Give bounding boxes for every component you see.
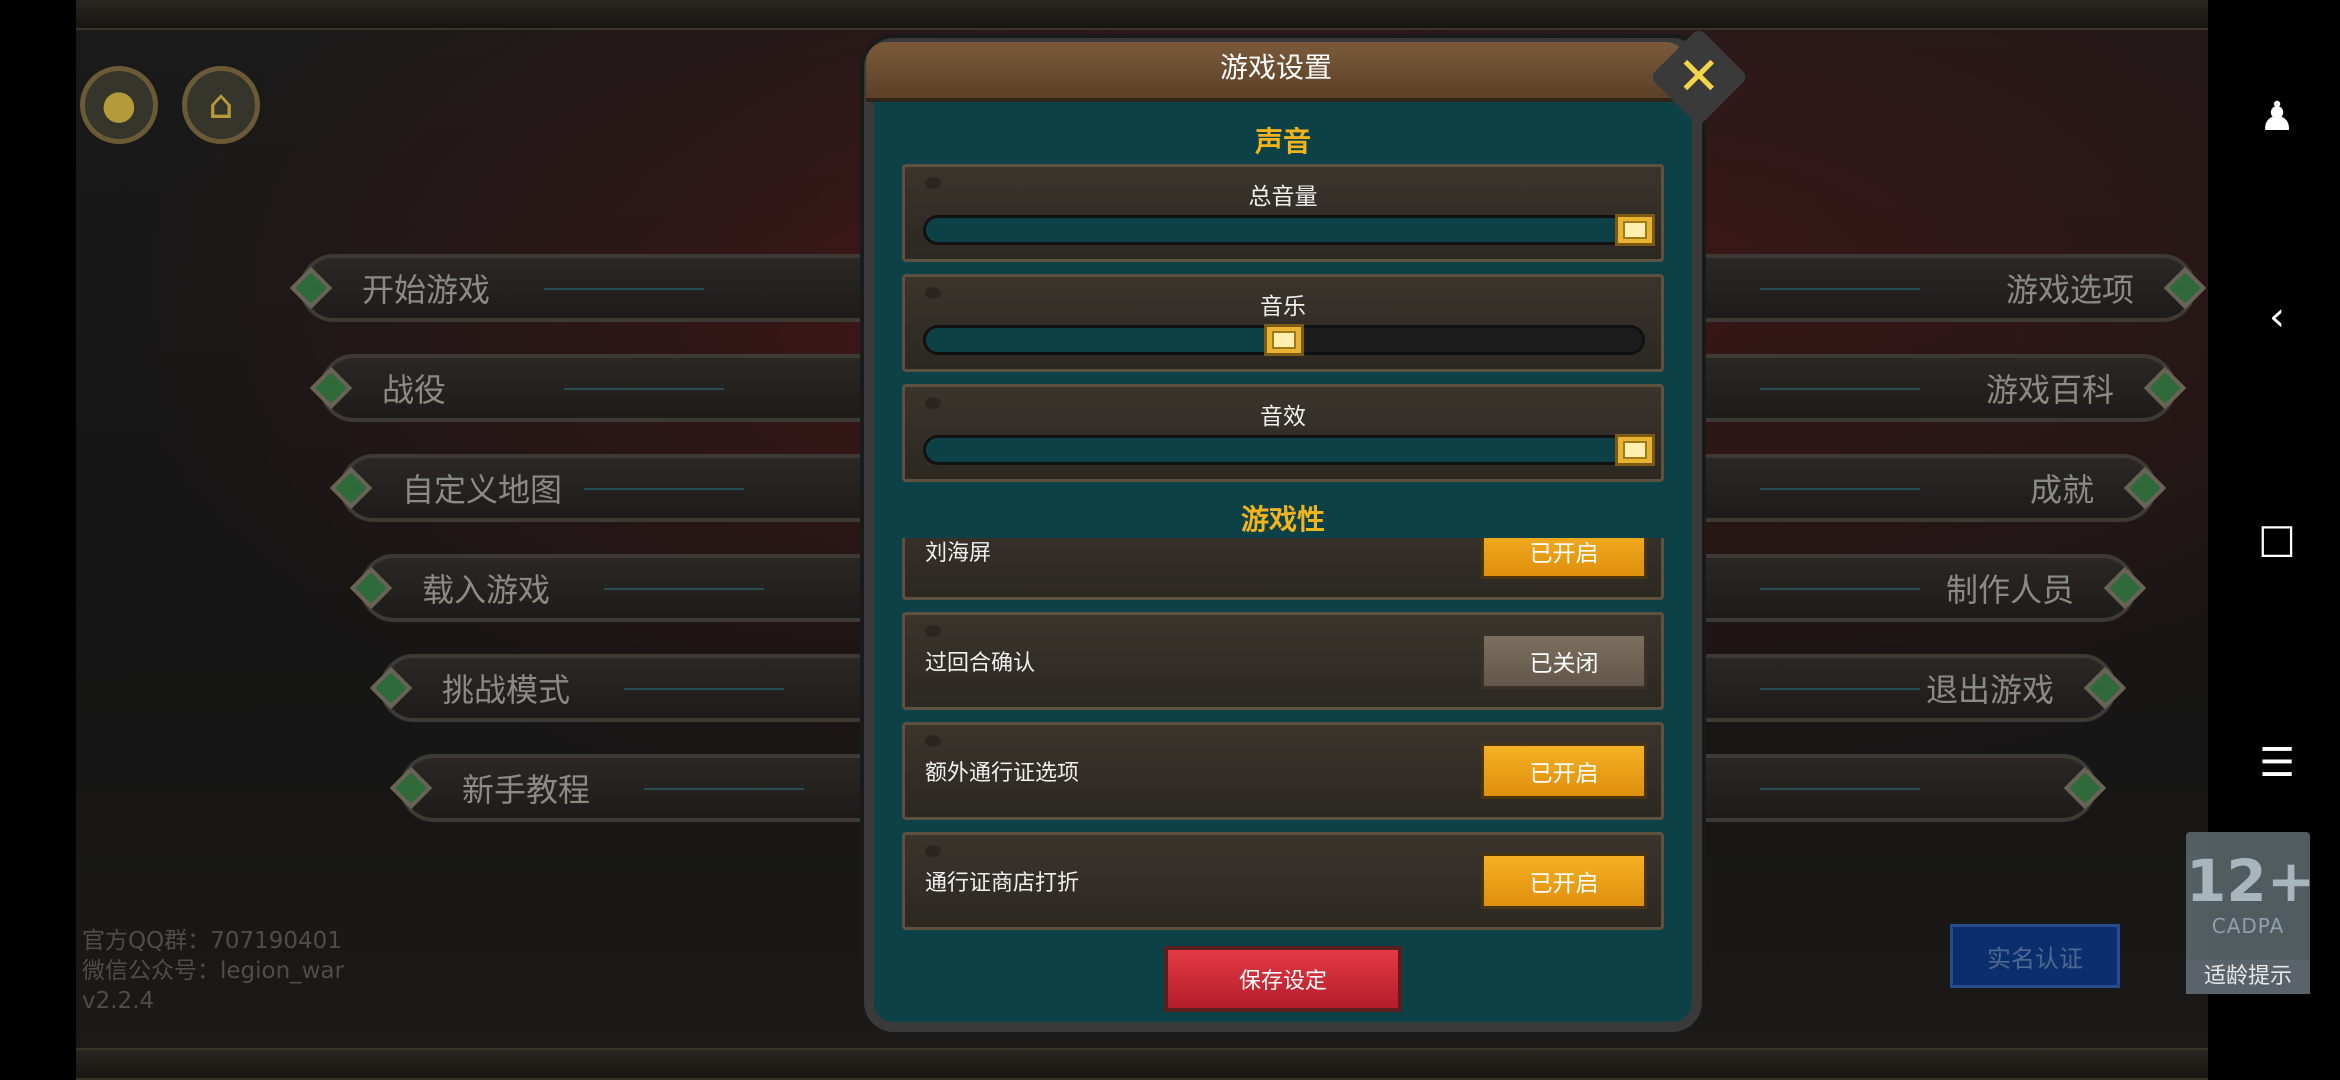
gem-icon bbox=[369, 666, 413, 710]
slider-panel-sfx: 音效 bbox=[902, 384, 1664, 482]
dialog-title: 游戏设置 bbox=[1219, 51, 1332, 84]
gem-icon bbox=[2123, 466, 2167, 510]
age-rating-org: CADPA bbox=[2211, 914, 2285, 938]
game-main-menu: ● ⌂ 开始游戏 战役 自定义地图 载入游戏 挑战模式 新手教程 游戏选项 游戏… bbox=[76, 0, 2208, 1080]
menu-line bbox=[1760, 288, 1920, 290]
turn-confirm-toggle[interactable]: 已关闭 bbox=[1481, 633, 1647, 689]
save-settings-button[interactable]: 保存设定 bbox=[1164, 946, 1402, 1012]
back-icon[interactable]: ‹ bbox=[2252, 292, 2302, 342]
master-volume-slider[interactable] bbox=[923, 215, 1645, 245]
option-row-extra-pass: 额外通行证选项 已开启 bbox=[902, 722, 1664, 820]
option-label: 额外通行证选项 bbox=[925, 761, 1080, 786]
menu-custom-map[interactable]: 自定义地图 bbox=[329, 454, 920, 522]
close-icon: ✕ bbox=[1677, 46, 1721, 107]
slider-panel-music: 音乐 bbox=[902, 274, 1664, 372]
option-row-turn-confirm: 过回合确认 已关闭 bbox=[902, 612, 1664, 710]
slider-fill bbox=[926, 438, 1642, 462]
gameplay-options-list[interactable]: 刘海屏 已开启 过回合确认 已关闭 额外通行证选项 已开启 通行证商店打折 已开… bbox=[874, 538, 1692, 974]
shop-icon: ⌂ bbox=[208, 82, 234, 128]
menu-label: 挑战模式 bbox=[442, 671, 571, 709]
menu-line bbox=[1760, 488, 1920, 490]
profile-button[interactable]: ● bbox=[80, 66, 158, 144]
menu-label: 战役 bbox=[382, 371, 447, 409]
menu-line bbox=[1760, 788, 1920, 790]
menu-line bbox=[584, 488, 744, 490]
dialog-header: 游戏设置 bbox=[866, 42, 1686, 102]
slider-handle[interactable] bbox=[1615, 434, 1655, 466]
gameplay-section-title: 游戏性 bbox=[1240, 503, 1325, 536]
option-label: 刘海屏 bbox=[925, 541, 992, 566]
gem-icon bbox=[2103, 566, 2147, 610]
slider-fill bbox=[926, 328, 1284, 352]
gem-icon bbox=[329, 466, 373, 510]
slider-handle[interactable] bbox=[1264, 324, 1304, 356]
recent-apps-icon[interactable]: □ bbox=[2252, 514, 2302, 564]
age-rating-tip: 适龄提示 bbox=[2186, 960, 2310, 994]
menu-game-options[interactable]: 游戏选项 bbox=[1616, 254, 2207, 322]
menu-line bbox=[624, 688, 784, 690]
option-row-notch: 刘海屏 已开启 bbox=[902, 538, 1664, 600]
settings-dialog: 游戏设置 ✕ 声音 总音量 音乐 音效 游戏性 刘海屏 已开启 过回合确认 已关… bbox=[864, 27, 1749, 1032]
gem-icon bbox=[2143, 366, 2187, 410]
menu-tutorial[interactable]: 新手教程 bbox=[389, 754, 920, 822]
panel-rivet bbox=[925, 625, 941, 637]
profile-icon: ● bbox=[101, 82, 137, 128]
menu-line bbox=[604, 588, 764, 590]
notch-toggle[interactable]: 已开启 bbox=[1481, 538, 1647, 579]
wechat-text: 微信公众号：legion_war bbox=[82, 958, 345, 984]
menu-label: 游戏选项 bbox=[2005, 271, 2134, 309]
menu-line bbox=[544, 288, 704, 290]
gem-icon bbox=[2083, 666, 2127, 710]
real-name-auth-button[interactable]: 实名认证 bbox=[1950, 924, 2120, 988]
panel-rivet bbox=[925, 735, 941, 747]
slider-panel-master: 总音量 bbox=[902, 164, 1664, 262]
version-text: v2.2.4 bbox=[82, 988, 155, 1014]
menu-line bbox=[1760, 388, 1920, 390]
accessibility-icon[interactable]: ♟ bbox=[2252, 92, 2302, 142]
menu-load-game[interactable]: 载入游戏 bbox=[349, 554, 920, 622]
gem-icon bbox=[289, 266, 333, 310]
sfx-volume-slider[interactable] bbox=[923, 435, 1645, 465]
gem-icon bbox=[309, 366, 353, 410]
menu-label: 制作人员 bbox=[1945, 571, 2074, 609]
slider-label: 音乐 bbox=[1260, 294, 1306, 320]
gem-icon bbox=[2063, 766, 2107, 810]
pass-shop-discount-toggle[interactable]: 已开启 bbox=[1481, 853, 1647, 909]
slider-label: 总音量 bbox=[1248, 184, 1318, 210]
menu-label: 载入游戏 bbox=[422, 571, 551, 609]
menu-label: 开始游戏 bbox=[362, 271, 491, 309]
top-frame-bar bbox=[76, 0, 2208, 30]
menu-line bbox=[1760, 688, 1920, 690]
sound-section-title: 声音 bbox=[1254, 125, 1311, 158]
slider-label: 音效 bbox=[1260, 404, 1306, 430]
option-label: 通行证商店打折 bbox=[925, 871, 1080, 896]
gem-icon bbox=[2163, 266, 2207, 310]
menu-label: 退出游戏 bbox=[1925, 671, 2054, 709]
slider-handle[interactable] bbox=[1615, 214, 1655, 246]
menu-line bbox=[564, 388, 724, 390]
extra-pass-toggle[interactable]: 已开启 bbox=[1481, 743, 1647, 799]
menu-line bbox=[644, 788, 804, 790]
age-rating-badge[interactable]: 12+ CADPA 适龄提示 bbox=[2186, 832, 2316, 994]
menu-campaign[interactable]: 战役 bbox=[309, 354, 920, 422]
menu-label: 新手教程 bbox=[462, 771, 591, 809]
slider-fill bbox=[926, 218, 1642, 242]
menu-challenge-mode[interactable]: 挑战模式 bbox=[369, 654, 920, 722]
panel-rivet bbox=[925, 845, 941, 857]
menu-label: 游戏百科 bbox=[1985, 371, 2114, 409]
menu-start-game[interactable]: 开始游戏 bbox=[289, 254, 920, 322]
shop-button[interactable]: ⌂ bbox=[182, 66, 260, 144]
menu-icon[interactable]: ☰ bbox=[2252, 738, 2302, 788]
option-row-pass-shop-discount: 通行证商店打折 已开启 bbox=[902, 832, 1664, 930]
menu-line bbox=[1760, 588, 1920, 590]
qq-group-text: 官方QQ群：707190401 bbox=[82, 928, 342, 954]
gem-icon bbox=[349, 566, 393, 610]
age-rating-number: 12+ bbox=[2186, 847, 2316, 915]
bottom-frame-bar bbox=[76, 1048, 2208, 1080]
option-label: 过回合确认 bbox=[925, 651, 1036, 676]
menu-label: 成就 bbox=[2029, 471, 2094, 509]
menu-label: 自定义地图 bbox=[402, 471, 563, 509]
gem-icon bbox=[389, 766, 433, 810]
